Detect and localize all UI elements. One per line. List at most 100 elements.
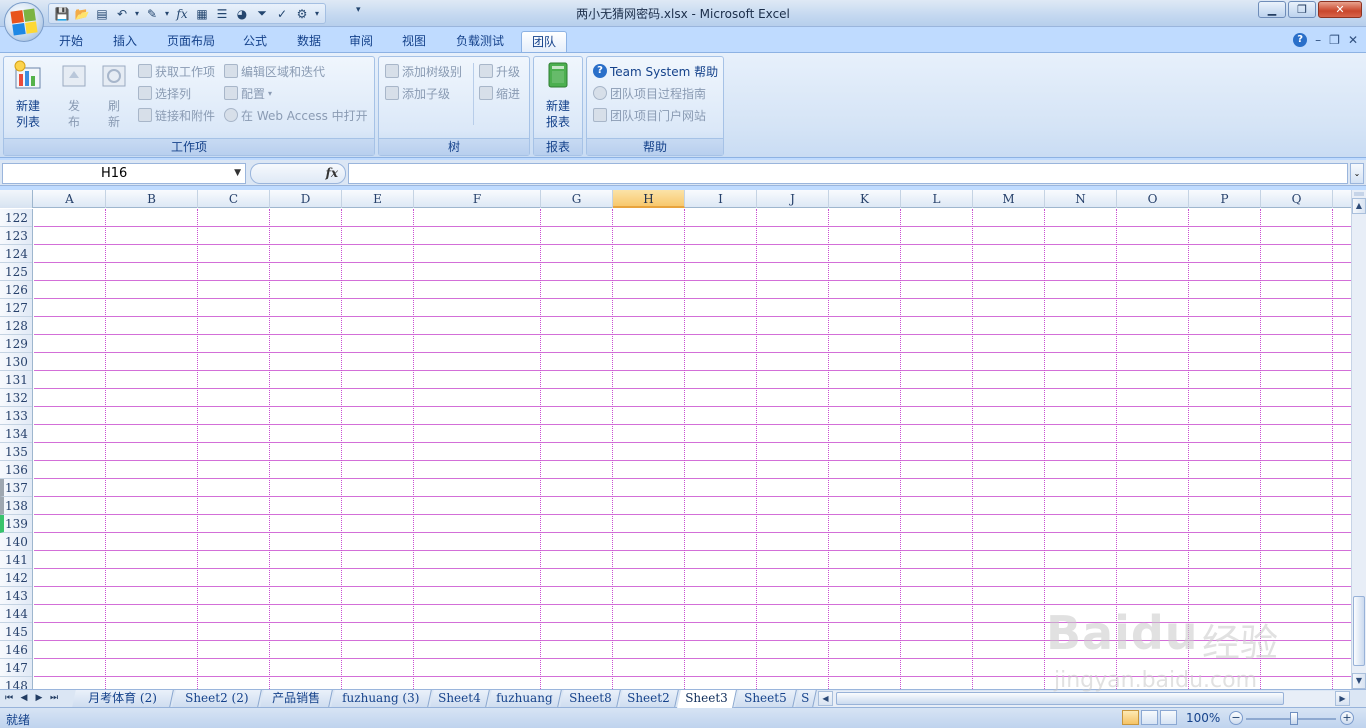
column-header-i[interactable]: I	[685, 190, 757, 208]
add-tree-level-button[interactable]: 添加树级别	[385, 62, 462, 80]
zoom-in-button[interactable]: +	[1340, 711, 1354, 725]
scroll-down-arrow-icon[interactable]: ▼	[1352, 673, 1366, 689]
scroll-left-arrow-icon[interactable]: ◀	[818, 691, 833, 706]
row-header[interactable]: 138	[0, 497, 32, 515]
row-header[interactable]: 147	[0, 659, 32, 677]
portal-site-button[interactable]: 团队项目门户网站	[593, 106, 706, 124]
sheet-tab[interactable]: Sheet4	[430, 690, 490, 707]
refresh-button[interactable]: 刷 新	[96, 60, 132, 130]
sheet-tab[interactable]: 月考体育 (2)	[72, 690, 174, 707]
choose-columns-button[interactable]: 选择列	[138, 84, 191, 102]
column-header-f[interactable]: F	[414, 190, 541, 208]
sheet-tab[interactable]: Sheet2	[619, 690, 679, 707]
row-header[interactable]: 143	[0, 587, 32, 605]
configure-button[interactable]: 配置 ▾	[224, 84, 272, 102]
sheet-tab[interactable]: fuzhuang	[488, 690, 562, 707]
tab-3[interactable]: 公式	[242, 31, 268, 52]
row-header[interactable]: 145	[0, 623, 32, 641]
restore-doc-icon[interactable]: ❐	[1329, 33, 1340, 47]
row-header[interactable]: 129	[0, 335, 32, 353]
column-header-p[interactable]: P	[1189, 190, 1261, 208]
restore-button[interactable]: ❐	[1288, 1, 1316, 18]
vertical-scrollbar[interactable]: ▲ ▼	[1351, 190, 1366, 689]
split-handle[interactable]	[1354, 192, 1364, 196]
row-header[interactable]: 130	[0, 353, 32, 371]
row-header[interactable]: 127	[0, 299, 32, 317]
close-button[interactable]: ✕	[1318, 1, 1362, 18]
row-header[interactable]: 139	[0, 515, 32, 533]
links-attachments-button[interactable]: 链接和附件	[138, 106, 215, 124]
column-header-g[interactable]: G	[541, 190, 613, 208]
column-header-q[interactable]: Q	[1261, 190, 1333, 208]
column-header-c[interactable]: C	[198, 190, 270, 208]
horizontal-scrollbar[interactable]: ◀ ▶	[818, 691, 1350, 707]
close-doc-icon[interactable]: ✕	[1348, 33, 1358, 47]
row-header[interactable]: 134	[0, 425, 32, 443]
last-sheet-icon[interactable]: ⏭	[47, 691, 61, 706]
select-all-corner[interactable]	[0, 190, 33, 208]
chevron-down-icon[interactable]: ▼	[234, 164, 241, 183]
column-header-j[interactable]: J	[757, 190, 829, 208]
column-header-n[interactable]: N	[1045, 190, 1117, 208]
column-header-h[interactable]: H	[613, 190, 685, 208]
zoom-out-button[interactable]: −	[1229, 711, 1243, 725]
row-header[interactable]: 144	[0, 605, 32, 623]
next-sheet-icon[interactable]: ▶	[32, 691, 46, 706]
column-header-e[interactable]: E	[342, 190, 414, 208]
sheet-tab[interactable]: Sheet8	[560, 690, 621, 707]
name-box[interactable]: H16 ▼	[2, 163, 246, 184]
tab-8[interactable]: 团队	[521, 31, 567, 52]
open-web-access-button[interactable]: 在 Web Access 中打开	[224, 106, 368, 124]
page-layout-view-button[interactable]	[1141, 710, 1158, 725]
tab-5[interactable]: 审阅	[348, 31, 374, 52]
row-header[interactable]: 125	[0, 263, 32, 281]
tab-1[interactable]: 插入	[112, 31, 138, 52]
row-header[interactable]: 142	[0, 569, 32, 587]
process-guide-button[interactable]: 团队项目过程指南	[593, 84, 706, 102]
column-header-a[interactable]: A	[34, 190, 106, 208]
row-header[interactable]: 141	[0, 551, 32, 569]
page-break-view-button[interactable]	[1160, 710, 1177, 725]
zoom-slider-thumb[interactable]	[1290, 712, 1298, 725]
row-header[interactable]: 132	[0, 389, 32, 407]
add-child-button[interactable]: 添加子级	[385, 84, 450, 102]
tab-0[interactable]: 开始	[58, 31, 84, 52]
row-header[interactable]: 135	[0, 443, 32, 461]
minimize-ribbon-icon[interactable]: –	[1315, 33, 1321, 47]
office-button[interactable]	[4, 2, 44, 42]
publish-button[interactable]: 发 布	[56, 60, 92, 130]
row-header[interactable]: 122	[0, 209, 32, 227]
sheet-tab[interactable]: 产品销售	[260, 690, 333, 707]
row-header[interactable]: 133	[0, 407, 32, 425]
sheet-tab[interactable]: Sheet3	[677, 690, 737, 708]
edit-areas-button[interactable]: 编辑区域和迭代	[224, 62, 325, 80]
tab-6[interactable]: 视图	[401, 31, 427, 52]
first-sheet-icon[interactable]: ⏮	[2, 691, 16, 706]
column-header-l[interactable]: L	[901, 190, 973, 208]
indent-button[interactable]: 缩进	[479, 84, 520, 102]
horizontal-scroll-thumb[interactable]	[836, 692, 1284, 705]
worksheet-grid[interactable]: ABCDEFGHIJKLMNOPQ 122 123 124 125 126 127 128 1…	[0, 190, 1351, 689]
scroll-right-arrow-icon[interactable]: ▶	[1335, 691, 1350, 706]
row-header[interactable]: 148	[0, 677, 32, 689]
sheet-tab[interactable]: S	[795, 690, 817, 707]
zoom-level[interactable]: 100%	[1186, 711, 1220, 725]
promote-button[interactable]: 升级	[479, 62, 520, 80]
expand-formula-bar-button[interactable]: ⌄	[1350, 163, 1364, 184]
row-header[interactable]: 128	[0, 317, 32, 335]
prev-sheet-icon[interactable]: ◀	[17, 691, 31, 706]
row-header[interactable]: 146	[0, 641, 32, 659]
scroll-up-arrow-icon[interactable]: ▲	[1352, 198, 1366, 214]
tab-4[interactable]: 数据	[296, 31, 322, 52]
tab-7[interactable]: 负载测试	[454, 31, 506, 52]
row-header[interactable]: 124	[0, 245, 32, 263]
row-header[interactable]: 126	[0, 281, 32, 299]
row-header[interactable]: 131	[0, 371, 32, 389]
minimize-button[interactable]: ▁	[1258, 1, 1286, 18]
help-icon[interactable]: ?	[1293, 33, 1308, 47]
row-header[interactable]: 140	[0, 533, 32, 551]
get-workitems-button[interactable]: 获取工作项	[138, 62, 215, 80]
formula-input[interactable]	[348, 163, 1348, 184]
row-header[interactable]: 137	[0, 479, 32, 497]
sheet-tab[interactable]: Sheet5	[735, 690, 797, 707]
